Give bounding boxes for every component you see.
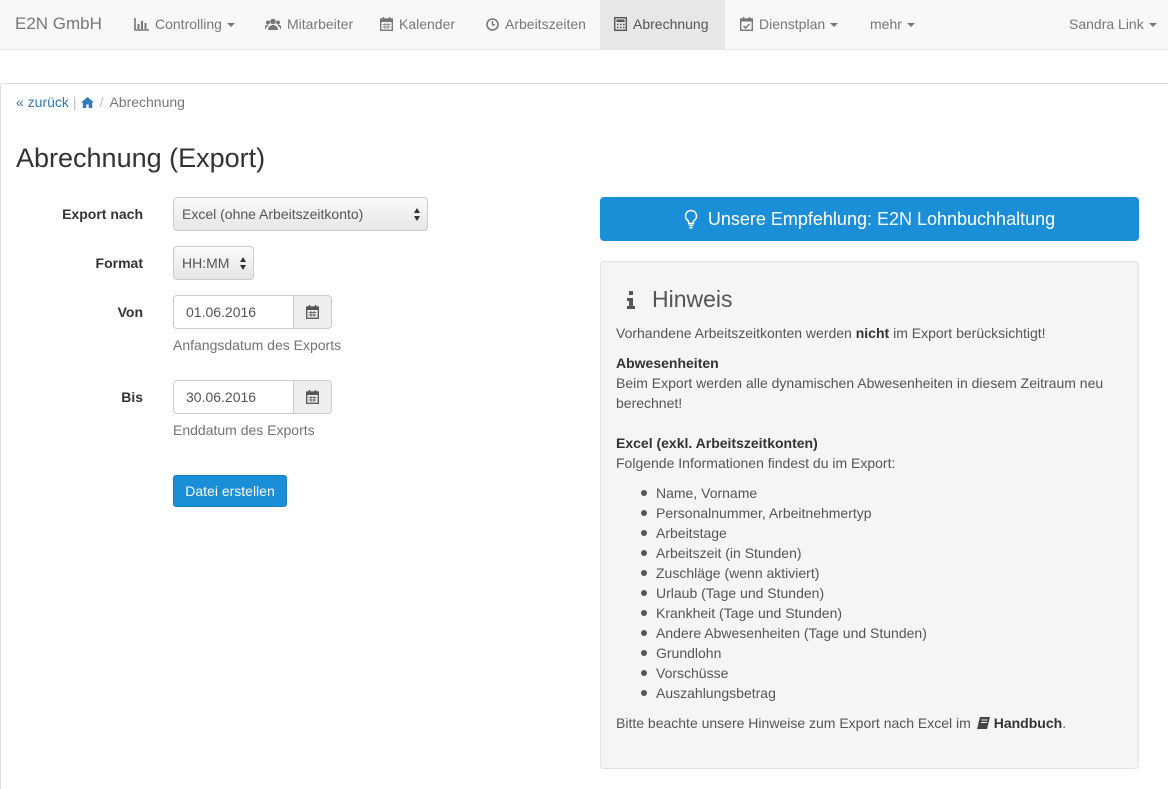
export-select[interactable]: Excel (ohne Arbeitszeitkonto) — [173, 197, 428, 231]
hinweis-footer-text: Bitte beachte unsere Hinweise zum Export… — [616, 715, 975, 731]
home-icon — [80, 97, 94, 108]
nav-dienstplan-label: Dienstplan — [759, 16, 826, 32]
list-item: Name, Vorname — [641, 483, 927, 503]
hinweis-footer-end: . — [1062, 715, 1067, 731]
breadcrumb-current: Abrechnung — [109, 94, 185, 110]
users-icon — [264, 18, 282, 30]
back-link[interactable]: « zurück — [16, 94, 69, 110]
breadcrumb: « zurück | / Abrechnung — [16, 94, 185, 110]
list-item: Zuschläge (wenn aktiviert) — [641, 563, 927, 583]
page-title: Abrechnung (Export) — [16, 143, 266, 173]
abwesenheiten-text-2: berechnet! — [616, 395, 683, 411]
select-arrows-icon — [414, 208, 420, 221]
bis-date-value: 30.06.2016 — [186, 389, 257, 405]
chevron-down-icon — [830, 23, 839, 27]
info-icon — [627, 291, 635, 309]
format-select[interactable]: HH:MM — [173, 246, 254, 280]
list-item: Grundlohn — [641, 643, 927, 663]
abwesenheiten-title: Abwesenheiten — [616, 353, 719, 373]
bis-label: Bis — [121, 389, 143, 405]
export-select-value: Excel (ohne Arbeitszeitkonto) — [182, 206, 364, 222]
user-name: Sandra Link — [1069, 16, 1144, 32]
calendar-icon — [306, 305, 319, 319]
abwesenheiten-heading: Abwesenheiten — [616, 355, 719, 371]
von-calendar-button[interactable] — [293, 296, 331, 328]
nav-mitarbeiter[interactable]: Mitarbeiter — [264, 0, 354, 49]
nav-mehr[interactable]: mehr — [870, 0, 915, 49]
bar-chart-icon — [134, 18, 149, 31]
calendar-icon — [306, 390, 319, 404]
chevron-down-icon — [906, 23, 915, 27]
excel-title: Excel (exkl. Arbeitszeitkonten) — [616, 433, 818, 453]
list-item: Personalnummer, Arbeitnehmertyp — [641, 503, 927, 523]
recommendation-button[interactable]: Unsere Empfehlung: E2N Lohnbuchhaltung — [600, 197, 1139, 241]
von-label: Von — [117, 304, 143, 320]
clock-icon — [486, 18, 499, 31]
hinweis-intro-text-end: im Export berücksichtigt! — [889, 325, 1046, 341]
nav-kalender[interactable]: Kalender — [379, 0, 456, 49]
nav-controlling-label: Controlling — [155, 16, 222, 32]
excel-text: Folgende Informationen findest du im Exp… — [616, 455, 896, 471]
list-item: Urlaub (Tage und Stunden) — [641, 583, 927, 603]
export-info-list: Name, Vorname Personalnummer, Arbeitnehm… — [641, 483, 927, 703]
chevron-down-icon — [1148, 23, 1157, 27]
nav-abrechnung[interactable]: Abrechnung — [600, 0, 725, 49]
nav-dienstplan[interactable]: Dienstplan — [739, 0, 839, 49]
list-item: Arbeitstage — [641, 523, 927, 543]
hinweis-intro-bold: nicht — [855, 325, 890, 341]
bis-help-text: Enddatum des Exports — [173, 422, 315, 438]
export-label: Export nach — [62, 206, 143, 222]
nav-mehr-label: mehr — [870, 16, 902, 32]
calendar-check-icon — [739, 17, 754, 32]
von-date-input[interactable]: 01.06.2016 — [173, 295, 332, 329]
select-arrows-icon — [240, 257, 246, 270]
create-file-button[interactable]: Datei erstellen — [173, 475, 287, 507]
list-item: Krankheit (Tage und Stunden) — [641, 603, 927, 623]
nav-arbeitszeiten-label: Arbeitszeiten — [505, 16, 586, 32]
excel-heading: Excel (exkl. Arbeitszeitkonten) — [616, 435, 818, 451]
list-item: Arbeitszeit (in Stunden) — [641, 543, 927, 563]
hinweis-title: Hinweis — [652, 286, 733, 312]
chevron-down-icon — [226, 23, 235, 27]
book-icon — [976, 717, 990, 729]
von-help-text: Anfangsdatum des Exports — [173, 337, 342, 353]
user-menu[interactable]: Sandra Link — [1069, 0, 1157, 49]
nav-abrechnung-label: Abrechnung — [633, 16, 709, 32]
lightbulb-icon — [684, 209, 698, 229]
brand-logo[interactable]: E2N GmbH — [15, 0, 102, 50]
nav-mitarbeiter-label: Mitarbeiter — [287, 16, 354, 32]
format-label: Format — [95, 255, 143, 271]
nav-controlling[interactable]: Controlling — [134, 0, 235, 49]
abwesenheiten-text-1: Beim Export werden alle dynamischen Abwe… — [616, 375, 1104, 391]
top-navbar: E2N GmbH Controlling Mitarbeiter Kalende… — [0, 0, 1168, 50]
nav-kalender-label: Kalender — [399, 16, 456, 32]
recommendation-label: Unsere Empfehlung: E2N Lohnbuchhaltung — [707, 209, 1056, 229]
calendar-icon — [379, 17, 394, 32]
bis-date-input[interactable]: 30.06.2016 — [173, 380, 332, 414]
format-select-value: HH:MM — [182, 255, 230, 271]
hinweis-intro-text: Vorhandene Arbeitszeitkonten werden — [616, 325, 856, 341]
handbuch-link[interactable]: Handbuch — [994, 715, 1062, 731]
list-item: Auszahlungsbetrag — [641, 683, 927, 703]
bis-calendar-button[interactable] — [293, 381, 331, 413]
home-link[interactable] — [80, 94, 94, 110]
nav-arbeitszeiten[interactable]: Arbeitszeiten — [486, 0, 586, 49]
list-item: Vorschüsse — [641, 663, 927, 683]
hinweis-intro: Vorhandene Arbeitszeitkonten werden nich… — [616, 323, 1046, 343]
von-date-value: 01.06.2016 — [186, 304, 257, 320]
list-item: Andere Abwesenheiten (Tage und Stunden) — [641, 625, 927, 641]
hinweis-footer: Bitte beachte unsere Hinweise zum Export… — [616, 713, 1066, 733]
calculator-icon — [613, 16, 628, 32]
